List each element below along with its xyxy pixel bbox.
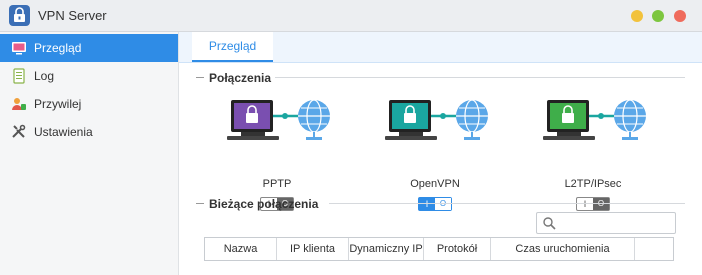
log-icon — [11, 68, 27, 84]
main-content: Przegląd Połączenia PPTP I O OpenVPN I L… — [179, 32, 702, 275]
sidebar-item-label: Przegląd — [34, 41, 82, 55]
sidebar: Przegląd Log Przywilej Ustawienia — [0, 32, 179, 275]
openvpn-toggle[interactable]: IO — [418, 197, 452, 211]
search-icon — [542, 216, 556, 233]
sidebar-item-settings[interactable]: Ustawienia — [0, 118, 178, 146]
sidebar-item-label: Przywilej — [34, 97, 82, 111]
connection-label: OpenVPN — [410, 178, 460, 190]
connection-label: PPTP — [262, 178, 292, 190]
l2tp-toggle[interactable]: IO — [576, 197, 610, 211]
privilege-icon — [11, 96, 27, 112]
column-header-uptime[interactable]: Czas uruchomienia — [491, 238, 635, 260]
tab-bar: Przegląd — [179, 32, 702, 63]
section-marker — [196, 77, 204, 78]
column-header-name[interactable]: Nazwa — [205, 238, 277, 260]
minimize-button[interactable] — [631, 10, 643, 22]
column-header-dynamic-ip[interactable]: Dynamiczny IP — [349, 238, 424, 260]
tab-overview[interactable]: Przegląd — [192, 32, 273, 62]
section-divider — [275, 77, 685, 78]
vpn-app-icon — [9, 5, 30, 26]
sidebar-item-log[interactable]: Log — [0, 62, 178, 90]
sidebar-item-label: Log — [34, 69, 55, 83]
connection-l2tp-ipsec: L2TP/IPsec IO — [533, 96, 653, 211]
pptp-computer-globe-icon — [227, 99, 330, 140]
sidebar-item-overview[interactable]: Przegląd — [0, 34, 178, 62]
vpn-server-window: VPN Server Przegląd Log Przywilej Ustawi… — [0, 0, 702, 275]
settings-icon — [11, 124, 27, 140]
connection-pptp: PPTP IO — [217, 96, 337, 211]
window-title: VPN Server — [38, 8, 107, 23]
close-button[interactable] — [674, 10, 686, 22]
column-header-protocol[interactable]: Protokół — [424, 238, 491, 260]
openvpn-computer-globe-icon — [385, 99, 488, 140]
title-bar: VPN Server — [0, 0, 702, 32]
search-input[interactable] — [559, 215, 673, 233]
maximize-button[interactable] — [652, 10, 664, 22]
section-divider — [329, 203, 685, 204]
connections-table-header: Nazwa IP klienta Dynamiczny IP Protokół … — [204, 237, 674, 261]
current-connections-heading: Bieżące połączenia — [209, 197, 319, 211]
column-header-client-ip[interactable]: IP klienta — [277, 238, 349, 260]
search-box[interactable] — [536, 212, 676, 234]
connection-label: L2TP/IPsec — [564, 178, 622, 190]
connections-heading: Połączenia — [209, 71, 272, 85]
section-marker — [196, 203, 204, 204]
l2tp-computer-globe-icon — [543, 99, 646, 140]
sidebar-item-label: Ustawienia — [34, 125, 93, 139]
overview-icon — [11, 40, 27, 56]
sidebar-item-privilege[interactable]: Przywilej — [0, 90, 178, 118]
connection-openvpn: OpenVPN IO — [375, 96, 495, 211]
column-header-extra — [635, 238, 673, 260]
